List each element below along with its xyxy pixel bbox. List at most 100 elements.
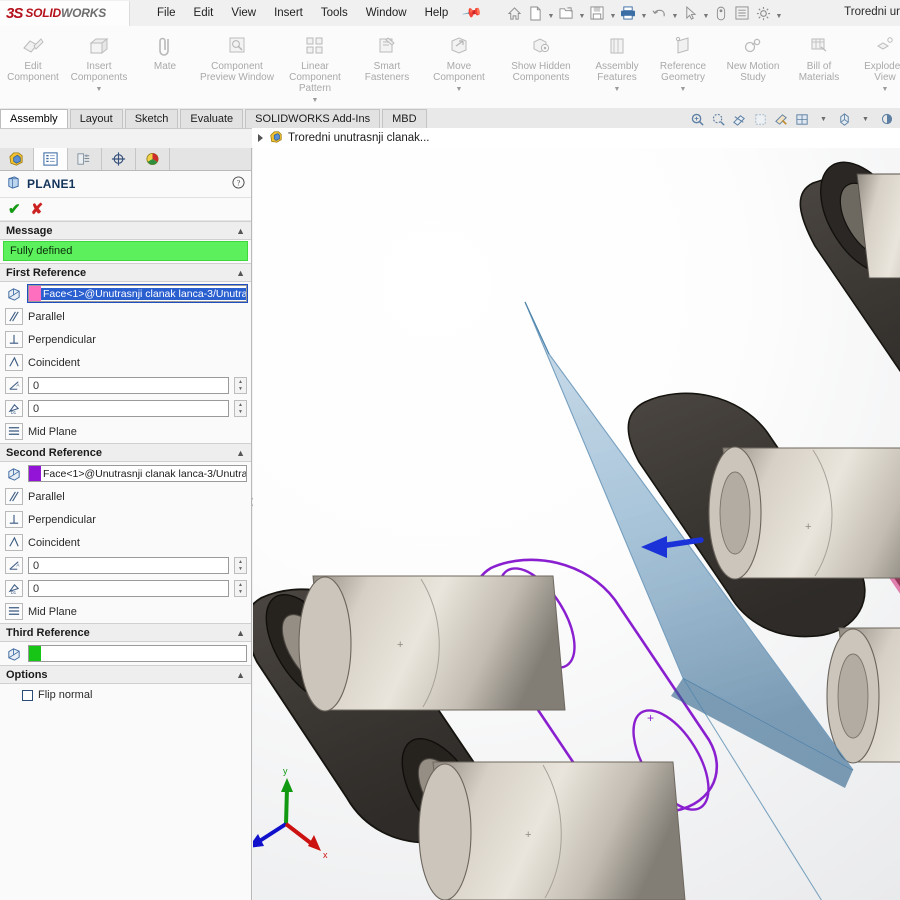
ribbon-bill-of-materials[interactable]: Bill of Materials — [786, 26, 852, 106]
ribbon-move-component[interactable]: Move Component ▼ — [420, 26, 498, 106]
first-reference-midplane-row[interactable]: Mid Plane — [0, 420, 251, 443]
tab-sketch[interactable]: Sketch — [124, 109, 179, 128]
save-icon[interactable] — [587, 3, 607, 23]
first-reference-perpendicular-row[interactable]: Perpendicular — [0, 328, 251, 351]
second-reference-parallel-row[interactable]: Parallel — [0, 485, 251, 508]
flip-normal-checkbox[interactable] — [22, 689, 33, 701]
configuration-manager-icon[interactable] — [68, 148, 102, 170]
apply-scene-icon[interactable] — [877, 110, 896, 128]
options-list-icon[interactable] — [732, 3, 752, 23]
first-reference-distance-input[interactable]: 0 — [28, 400, 229, 417]
third-reference-input[interactable] — [28, 645, 247, 662]
section-header-second-reference[interactable]: Second Reference ▲ — [0, 443, 251, 462]
new-document-dropdown-icon[interactable]: ▼ — [546, 2, 555, 24]
second-reference-input[interactable]: Face<1>@Unutrasnji clanak lanca-3/Unutra… — [28, 465, 247, 482]
tab-assembly[interactable]: Assembly — [0, 109, 68, 128]
ribbon-component-preview-window[interactable]: Component Preview Window — [198, 26, 276, 106]
ribbon-linear-component-pattern[interactable]: Linear Component Pattern ▼ — [276, 26, 354, 106]
ribbon-assembly-features[interactable]: Assembly Features ▼ — [584, 26, 650, 106]
undo-dropdown-icon[interactable]: ▼ — [670, 2, 679, 24]
print-icon[interactable] — [618, 3, 638, 23]
second-reference-coincident-row[interactable]: Coincident — [0, 531, 251, 554]
property-manager-icon[interactable] — [34, 148, 68, 170]
perpendicular-icon[interactable] — [5, 331, 23, 348]
ribbon-reference-geometry[interactable]: Reference Geometry ▼ — [650, 26, 716, 106]
display-style-icon[interactable] — [772, 110, 791, 128]
options-dropdown-icon[interactable]: ▼ — [774, 2, 783, 24]
chevron-up-icon[interactable]: ▲ — [236, 670, 245, 680]
second-reference-midplane-row[interactable]: Mid Plane — [0, 600, 251, 623]
perpendicular-icon[interactable] — [5, 511, 23, 528]
menu-edit[interactable]: Edit — [185, 4, 223, 22]
menu-window[interactable]: Window — [357, 4, 416, 22]
first-reference-angle-input[interactable]: 0 — [28, 377, 229, 394]
tab-mbd[interactable]: MBD — [382, 109, 427, 128]
section-header-message[interactable]: Message ▲ — [0, 221, 251, 240]
undo-icon[interactable] — [649, 3, 669, 23]
parallel-icon[interactable] — [5, 308, 23, 325]
menu-help[interactable]: Help — [416, 4, 458, 22]
ribbon-show-hidden-components[interactable]: Show Hidden Components — [502, 26, 580, 106]
second-reference-distance-stepper[interactable]: ▲ ▼ — [234, 580, 247, 597]
chevron-down-icon[interactable]: ▼ — [456, 84, 463, 95]
ribbon-smart-fasteners[interactable]: Smart Fasteners — [354, 26, 420, 106]
second-reference-perpendicular-row[interactable]: Perpendicular — [0, 508, 251, 531]
print-dropdown-icon[interactable]: ▼ — [639, 2, 648, 24]
tab-evaluate[interactable]: Evaluate — [180, 109, 244, 128]
parallel-icon[interactable] — [5, 488, 23, 505]
select-dropdown-icon[interactable]: ▼ — [701, 2, 710, 24]
flip-normal-row[interactable]: Flip normal — [0, 684, 251, 703]
red-x-icon[interactable]: ✘ — [31, 202, 44, 217]
coincident-angle-icon[interactable] — [5, 354, 23, 371]
tab-layout[interactable]: Layout — [69, 109, 123, 128]
chevron-up-icon[interactable]: ▲ — [236, 268, 245, 278]
feature-tree-icon[interactable] — [0, 148, 34, 170]
menu-file[interactable]: File — [148, 4, 185, 22]
coincident-angle-icon[interactable] — [5, 534, 23, 551]
menu-insert[interactable]: Insert — [265, 4, 312, 22]
chevron-up-icon[interactable]: ▲ — [236, 448, 245, 458]
rebuild-icon[interactable] — [711, 3, 731, 23]
first-reference-distance-stepper[interactable]: ▲ ▼ — [234, 400, 247, 417]
first-reference-coincident-row[interactable]: Coincident — [0, 351, 251, 374]
second-reference-angle-stepper[interactable]: ▲ ▼ — [234, 557, 247, 574]
section-header-options[interactable]: Options ▲ — [0, 665, 251, 684]
mid-plane-icon[interactable] — [5, 423, 23, 440]
appearances-dropdown-icon[interactable]: ▼ — [856, 110, 875, 128]
save-dropdown-icon[interactable]: ▼ — [608, 2, 617, 24]
first-reference-parallel-row[interactable]: Parallel — [0, 305, 251, 328]
mid-plane-icon[interactable] — [5, 603, 23, 620]
green-check-icon[interactable]: ✔ — [8, 202, 21, 217]
menu-tools[interactable]: Tools — [312, 4, 357, 22]
chevron-up-icon[interactable]: ▲ — [236, 226, 245, 236]
display-manager-icon[interactable] — [136, 148, 170, 170]
chevron-down-icon[interactable]: ▼ — [680, 84, 687, 95]
chevron-down-icon[interactable]: ▼ — [96, 84, 103, 95]
chevron-down-icon[interactable]: ▼ — [882, 84, 889, 95]
zoom-to-fit-icon[interactable] — [709, 110, 728, 128]
feature-tree-root-label[interactable]: Troredni unutrasnji clanak... — [288, 132, 429, 144]
help-question-icon[interactable]: ? — [232, 176, 245, 192]
ribbon-new-motion-study[interactable]: New Motion Study — [720, 26, 786, 106]
chevron-down-icon[interactable]: ▼ — [312, 95, 319, 106]
ribbon-exploded-view[interactable]: Exploded View ▼ — [852, 26, 900, 106]
select-cursor-icon[interactable] — [680, 3, 700, 23]
appearances-icon[interactable] — [835, 110, 854, 128]
open-folder-icon[interactable] — [556, 3, 576, 23]
section-header-third-reference[interactable]: Third Reference ▲ — [0, 623, 251, 642]
chevron-down-icon[interactable]: ▼ — [614, 84, 621, 95]
first-reference-input[interactable]: Face<1>@Unutrasnji clanak lanca-3/Unutra… — [27, 284, 248, 303]
first-reference-angle-stepper[interactable]: ▲ ▼ — [234, 377, 247, 394]
hide-show-dropdown-icon[interactable]: ▼ — [814, 110, 833, 128]
section-header-first-reference[interactable]: First Reference ▲ — [0, 263, 251, 282]
section-view-icon[interactable] — [730, 110, 749, 128]
graphics-viewport[interactable]: + + + + y x — [253, 148, 900, 900]
dimxpert-manager-icon[interactable] — [102, 148, 136, 170]
pushpin-icon[interactable]: 📌 — [461, 2, 484, 24]
gear-icon[interactable] — [753, 3, 773, 23]
home-icon[interactable] — [504, 3, 524, 23]
ribbon-insert-components[interactable]: Insert Components ▼ — [66, 26, 132, 106]
chevron-up-icon[interactable]: ▲ — [236, 628, 245, 638]
ribbon-edit-component[interactable]: Edit Component — [0, 26, 66, 106]
menu-view[interactable]: View — [222, 4, 265, 22]
